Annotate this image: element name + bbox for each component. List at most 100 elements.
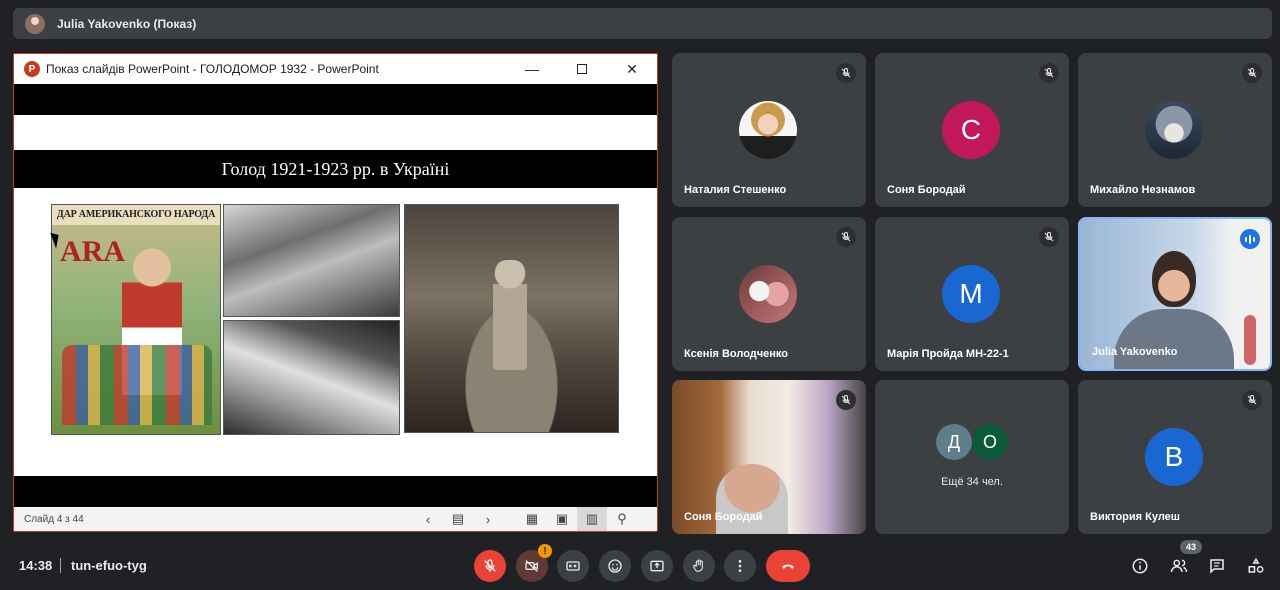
more-participants-tile[interactable]: Д О Ещё 34 чел. <box>875 380 1069 534</box>
close-window-button[interactable]: ✕ <box>607 54 657 84</box>
slideshow-button[interactable]: ⚲ <box>607 507 637 531</box>
poster-logo: ARA <box>60 235 125 268</box>
mic-off-icon <box>1039 63 1059 83</box>
activities-button[interactable] <box>1244 554 1268 578</box>
background-decoration <box>1244 315 1256 365</box>
maximize-button[interactable] <box>557 54 607 84</box>
slide-heading: Голод 1921-1923 рр. в Україні <box>221 158 450 179</box>
mic-off-icon <box>1242 390 1262 410</box>
emoji-icon <box>608 559 622 573</box>
more-vertical-icon <box>738 560 742 572</box>
participant-tile[interactable]: М Марія Пройда МН-22-1 <box>875 217 1069 371</box>
participant-name: Ксенія Володченко <box>684 348 788 360</box>
next-slide-button[interactable]: › <box>473 507 503 531</box>
participant-tile[interactable]: Михайло Незнамов <box>1078 53 1272 207</box>
close-icon: ✕ <box>626 60 638 77</box>
microphone-toggle-button[interactable] <box>474 550 506 582</box>
participant-avatar: С <box>942 101 1000 159</box>
camera-toggle-button[interactable]: ! <box>516 544 552 582</box>
speaking-indicator-icon <box>1240 229 1260 249</box>
more-options-button[interactable] <box>724 550 756 582</box>
more-participants-label: Ещё 34 чел. <box>941 476 1003 488</box>
participant-avatar <box>739 265 797 323</box>
participant-tile[interactable]: Соня Бородай <box>672 380 866 534</box>
present-screen-button[interactable] <box>641 550 673 582</box>
maximize-icon <box>577 64 587 74</box>
slide-notes-button[interactable]: ▤ <box>443 507 473 531</box>
participant-avatar: М <box>942 265 1000 323</box>
presenter-bar: Julia Yakovenko (Показ) <box>13 8 1272 39</box>
chat-button[interactable] <box>1205 554 1229 578</box>
mic-off-icon <box>836 227 856 247</box>
chevron-left-icon: ‹ <box>425 511 431 527</box>
participant-name: Наталия Стешенко <box>684 184 787 196</box>
presentation-status-bar: Слайд 4 з 44 ‹ ▤ › ▦ ▣ ▥ ⚲ <box>14 507 657 531</box>
participant-tile[interactable]: В Виктория Кулеш <box>1078 380 1272 534</box>
reading-view-button[interactable]: ▥ <box>577 507 607 531</box>
slide-area[interactable]: Голод 1921-1923 рр. в Україні ДАР АМЕРИК… <box>14 84 657 508</box>
famine-photo-figure <box>493 260 527 370</box>
presentation-window-title: Показ слайдів PowerPoint - ГОЛОДОМОР 193… <box>46 62 379 76</box>
activities-icon <box>1248 557 1264 573</box>
book-icon: ▥ <box>585 511 599 526</box>
participant-avatar <box>1145 101 1203 159</box>
reactions-button[interactable] <box>599 550 631 582</box>
previous-slide-button[interactable]: ‹ <box>413 507 443 531</box>
mic-off-icon <box>484 559 496 572</box>
mic-off-icon <box>1242 63 1262 83</box>
camera-warning-badge: ! <box>538 544 552 558</box>
famine-photo-1 <box>223 204 400 317</box>
poster-caption: ДАР АМЕРИКАНСКОГО НАРОДА <box>52 205 220 225</box>
participant-video-body <box>1114 309 1234 369</box>
powerpoint-icon: P <box>24 61 40 77</box>
poster-children <box>62 345 212 425</box>
participant-tile[interactable]: Наталия Стешенко <box>672 53 866 207</box>
info-icon <box>1132 558 1148 574</box>
ara-poster-image: ДАР АМЕРИКАНСКОГО НАРОДА ARA <box>51 204 221 435</box>
end-call-icon <box>782 564 794 569</box>
chevron-right-icon: › <box>485 511 491 527</box>
raise-hand-button[interactable] <box>683 550 715 582</box>
normal-view-icon: ▦ <box>525 511 539 526</box>
participant-name: Julia Yakovenko <box>1092 346 1178 358</box>
captions-button[interactable] <box>557 550 589 582</box>
mic-off-icon <box>836 63 856 83</box>
participant-name: Марія Пройда МН-22-1 <box>887 348 1009 360</box>
presentation-titlebar: P Показ слайдів PowerPoint - ГОЛОДОМОР 1… <box>14 54 657 84</box>
participant-avatar <box>739 101 797 159</box>
participant-name: Виктория Кулеш <box>1090 511 1180 523</box>
slide-counter: Слайд 4 з 44 <box>24 513 84 525</box>
people-button[interactable] <box>1167 554 1191 578</box>
leave-call-button[interactable] <box>766 550 810 582</box>
meeting-info-button[interactable] <box>1128 554 1152 578</box>
slide-sorter-button[interactable]: ▣ <box>547 507 577 531</box>
divider <box>60 558 61 573</box>
meeting-code: tun-efuo-tyg <box>71 558 147 573</box>
camera-off-icon <box>525 560 538 572</box>
projector-icon: ⚲ <box>617 511 627 526</box>
participant-avatar: В <box>1145 428 1203 486</box>
presentation-window: P Показ слайдів PowerPoint - ГОЛОДОМОР 1… <box>13 53 658 532</box>
captions-icon <box>566 561 580 571</box>
hand-icon <box>693 559 703 572</box>
participant-tile-active-speaker[interactable]: Julia Yakovenko <box>1078 217 1272 371</box>
participant-video-head <box>716 464 788 534</box>
grid-icon: ▣ <box>555 511 569 526</box>
famine-photo-2 <box>223 320 400 435</box>
participant-name: Соня Бородай <box>684 511 763 523</box>
more-participant-avatar: Д <box>936 424 972 460</box>
participant-video-head <box>1152 251 1196 307</box>
mic-off-icon <box>836 390 856 410</box>
presenter-avatar <box>25 13 45 34</box>
minimize-icon: — <box>525 61 539 77</box>
participant-name: Михайло Незнамов <box>1090 184 1196 196</box>
people-icon <box>1170 559 1188 573</box>
famine-photo-3 <box>404 204 619 433</box>
normal-view-button[interactable]: ▦ <box>517 507 547 531</box>
slide-title-band: Голод 1921-1923 рр. в Україні <box>14 150 657 188</box>
participant-tile[interactable]: С Соня Бородай <box>875 53 1069 207</box>
participant-tile[interactable]: Ксенія Володченко <box>672 217 866 371</box>
minimize-button[interactable]: — <box>507 54 557 84</box>
present-screen-icon <box>650 560 664 572</box>
notes-icon: ▤ <box>451 511 465 526</box>
